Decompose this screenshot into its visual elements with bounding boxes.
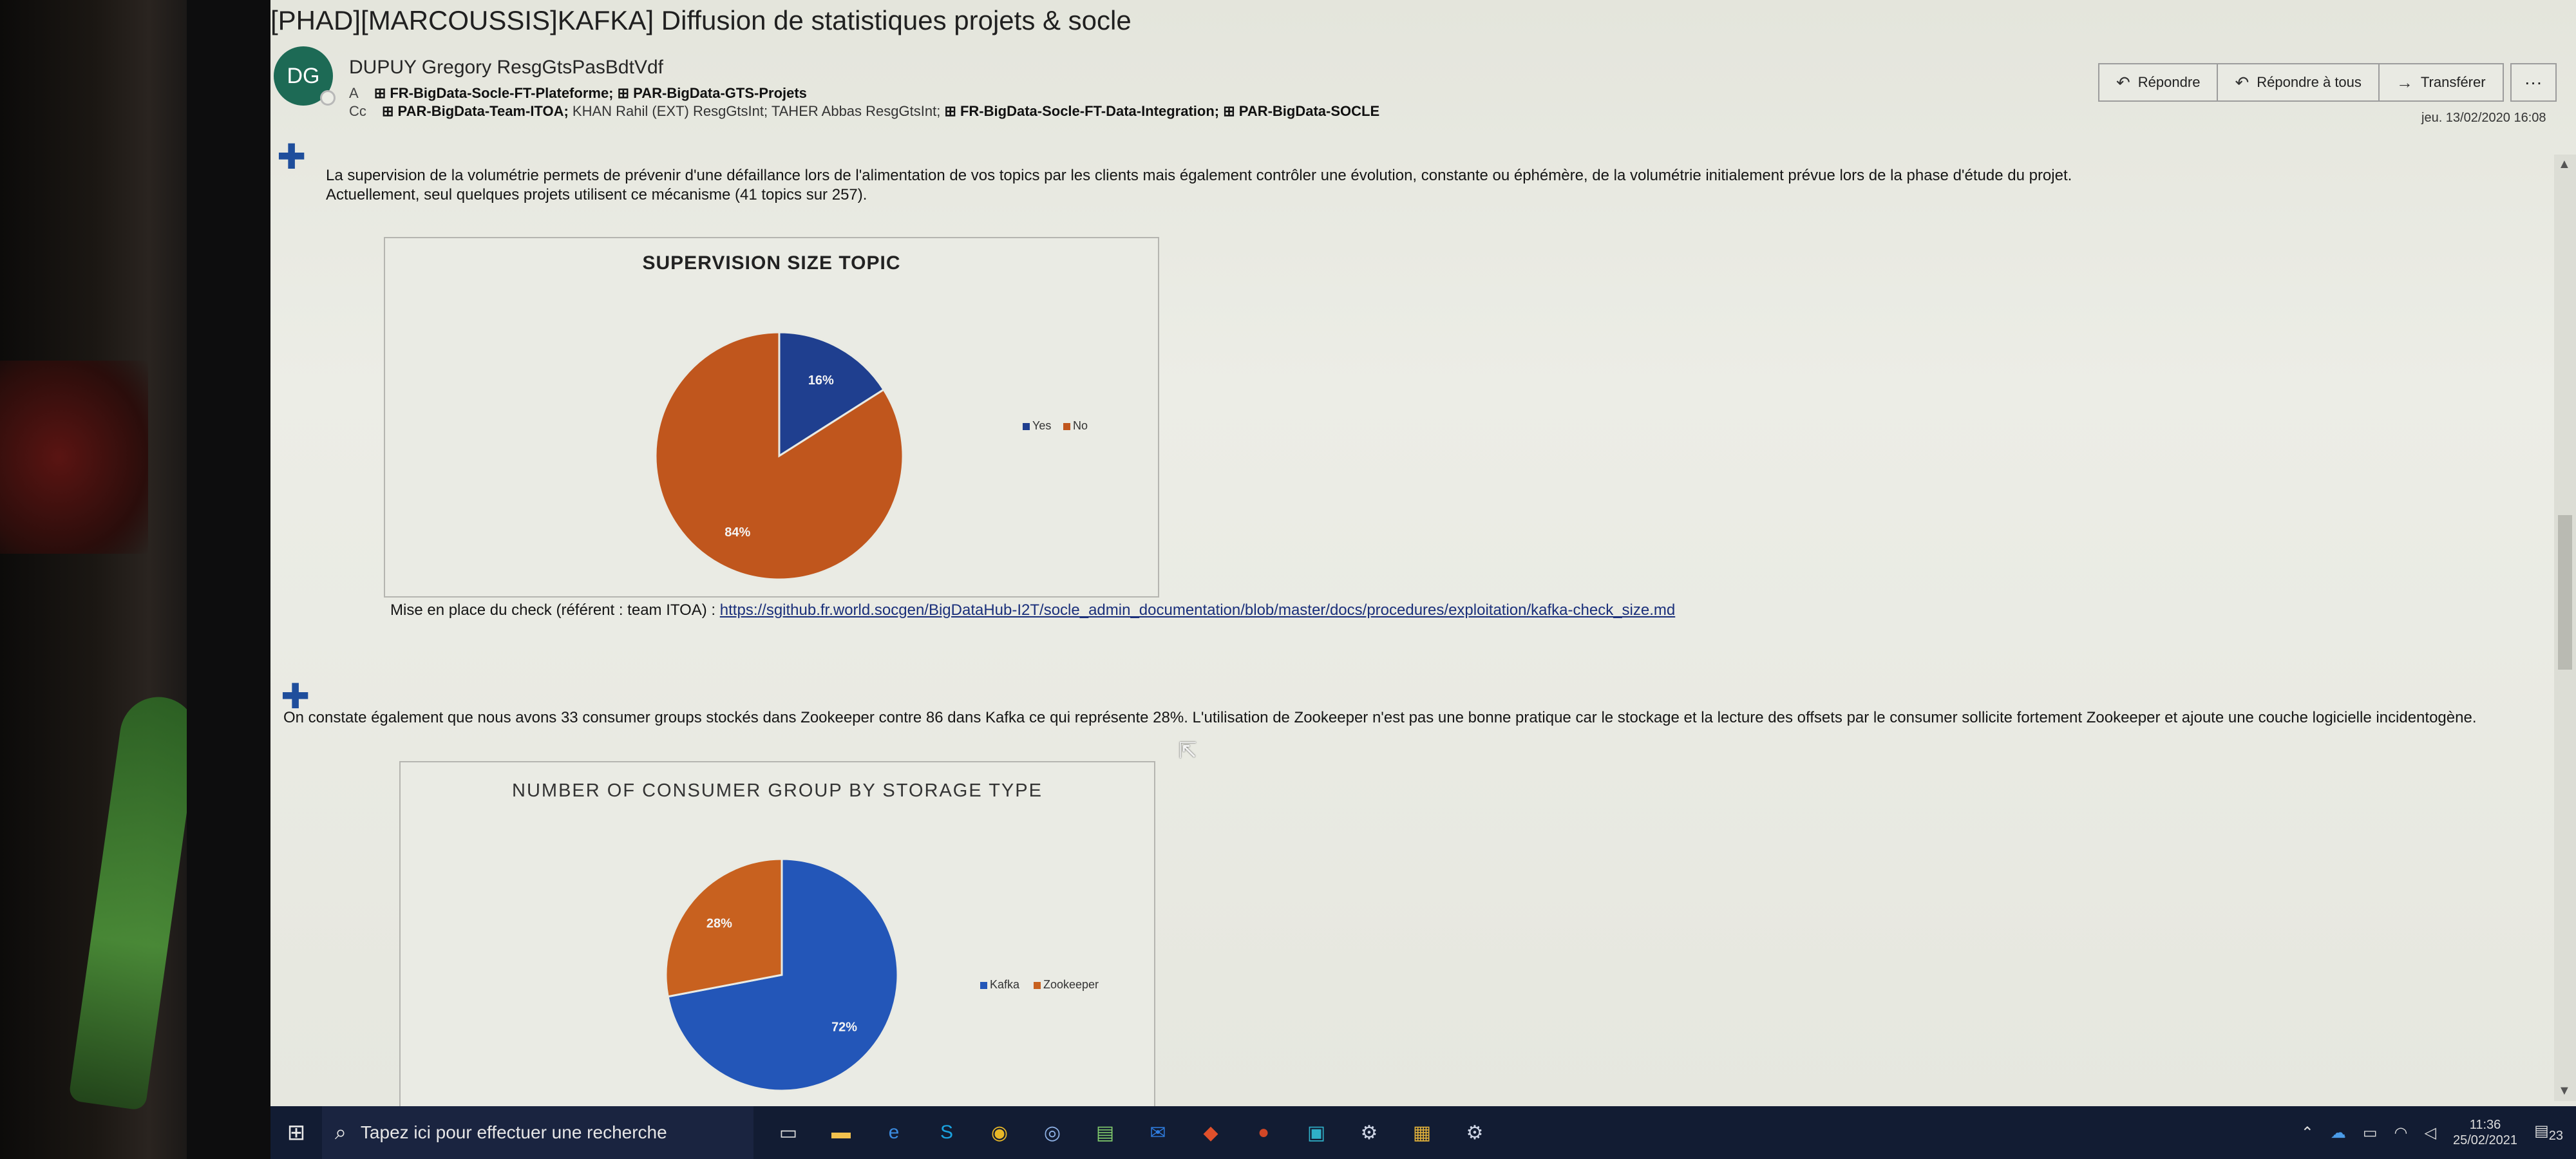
battery-icon[interactable]: ▭ (2363, 1124, 2378, 1142)
scrollbar-thumb[interactable] (2558, 515, 2572, 670)
forward-icon: → (2396, 72, 2413, 92)
avatar[interactable]: DG (274, 46, 336, 106)
check-label: Mise en place du check (référent : team … (390, 601, 720, 619)
reply-all-button[interactable]: ↶ Répondre à tous (2217, 63, 2380, 102)
chart-supervision-size-topic: SUPERVISION SIZE TOPIC 16% 84% Yes No (384, 237, 1159, 598)
outlook-reading-pane: [PHAD][MARCOUSSIS]KAFKA] Diffusion de st… (270, 0, 2576, 1106)
legend-swatch (1023, 423, 1030, 430)
notification-count: 23 (2548, 1128, 2563, 1143)
wifi-icon[interactable]: ◠ (2394, 1124, 2408, 1142)
more-actions-button[interactable]: ··· (2510, 63, 2557, 102)
background-left (0, 0, 213, 1159)
forward-button[interactable]: → Transférer (2378, 63, 2504, 102)
mail-date: jeu. 13/02/2020 16:08 (2421, 111, 2546, 125)
legend-swatch (1034, 982, 1041, 989)
data-label: 28% (706, 917, 732, 931)
recipient[interactable]: ⊞ FR-BigData-Socle-FT-Data-Integration; (944, 103, 1219, 119)
sender-name[interactable]: DUPUY Gregory ResgGtsPasBdtVdf (349, 57, 663, 79)
pie-chart: 16% 84% Yes No (654, 331, 1088, 581)
legend-label: No (1073, 419, 1088, 432)
powerpoint-icon[interactable]: ● (1244, 1113, 1283, 1152)
recipient[interactable]: ⊞ FR-BigData-Socle-FT-Plateforme; (374, 85, 614, 101)
reply-all-label: Répondre à tous (2257, 74, 2362, 90)
pie-chart: 72% 28% Kafka Zookeeper (665, 858, 1099, 1092)
mail-subject: [PHAD][MARCOUSSIS]KAFKA] Diffusion de st… (270, 5, 1132, 35)
network-app-icon[interactable]: ⚙ (1455, 1113, 1494, 1152)
reply-label: Répondre (2137, 74, 2201, 90)
legend-label: Kafka (990, 978, 1020, 991)
data-label: 72% (831, 1020, 857, 1034)
paragraph-consumer-groups: On constate également que nous avons 33 … (283, 709, 2477, 726)
chart-consumer-group-storage: NUMBER OF CONSUMER GROUP BY STORAGE TYPE… (399, 761, 1155, 1106)
notepad-app-icon[interactable]: ▤ (1086, 1113, 1124, 1152)
cloud-icon[interactable]: ☁ (2331, 1124, 2346, 1142)
paragraph-line: La supervision de la volumétrie permets … (326, 167, 2072, 184)
recipient[interactable]: TAHER Abbas ResgGtsInt; (772, 103, 940, 119)
recipient[interactable]: KHAN Rahil (EXT) ResgGtsInt; (573, 103, 768, 119)
windows-start-icon[interactable]: ⊞ (270, 1120, 322, 1145)
taskbar-apps: ▭ ▬ e S ◉ ◎ ▤ ✉ ◆ ● ▣ ⚙ ▦ ⚙ (769, 1113, 1494, 1152)
file-explorer-icon[interactable]: ▬ (822, 1113, 860, 1152)
scroll-down-icon[interactable]: ▼ (2558, 1084, 2571, 1098)
outlook-icon[interactable]: ✉ (1139, 1113, 1177, 1152)
to-line: A ⊞ FR-BigData-Socle-FT-Plateforme; ⊞ PA… (349, 85, 807, 102)
reply-button[interactable]: ↶ Répondre (2098, 63, 2219, 102)
task-view-icon[interactable]: ▭ (769, 1113, 808, 1152)
reply-all-icon: ↶ (2235, 72, 2249, 92)
background-object (0, 361, 148, 554)
volume-icon[interactable]: ◁ (2424, 1124, 2436, 1142)
paragraph-supervision: La supervision de la volumétrie permets … (326, 166, 2419, 205)
mouse-cursor-icon: ⇱ (1179, 739, 1197, 763)
check-line: Mise en place du check (référent : team … (390, 601, 1675, 619)
data-label: 16% (808, 373, 834, 388)
taskbar-search[interactable]: ⌕ Tapez ici pour effectuer une recherche (322, 1106, 753, 1159)
puzzle-icon: ✚ (277, 138, 307, 176)
search-placeholder: Tapez ici pour effectuer une recherche (360, 1122, 667, 1142)
scroll-up-icon[interactable]: ▲ (2558, 157, 2571, 172)
to-label: A (349, 85, 359, 101)
network-app-icon[interactable]: ⚙ (1350, 1113, 1388, 1152)
taskbar-clock[interactable]: 11:36 25/02/2021 (2453, 1117, 2517, 1148)
data-label: 84% (724, 525, 750, 540)
system-tray: ⌃ ☁ ▭ ◠ ◁ 11:36 25/02/2021 ▤23 (2301, 1106, 2563, 1159)
internet-explorer-icon[interactable]: e (875, 1113, 913, 1152)
clock-date: 25/02/2021 (2452, 1133, 2518, 1147)
legend-swatch (980, 982, 987, 989)
avatar-initials: DG (287, 63, 320, 88)
mail-actions: ↶ Répondre ↶ Répondre à tous → Transférer ·… (2098, 63, 2557, 102)
reply-icon: ↶ (2116, 72, 2130, 92)
app-icon[interactable]: ▣ (1297, 1113, 1336, 1152)
check-link[interactable]: https://sgithub.fr.world.socgen/BigDataH… (720, 601, 1675, 619)
chevron-up-icon[interactable]: ⌃ (2301, 1124, 2314, 1142)
monitor-bezel (187, 0, 270, 1159)
vertical-scrollbar[interactable]: ▲ ▼ (2554, 155, 2576, 1101)
windows-taskbar: ⊞ ⌕ Tapez ici pour effectuer une recherc… (270, 1106, 2576, 1159)
recipient[interactable]: ⊞ PAR-BigData-SOCLE (1223, 103, 1379, 119)
git-icon[interactable]: ◆ (1191, 1113, 1230, 1152)
legend-label: Yes (1032, 419, 1051, 432)
app-icon[interactable]: ▦ (1403, 1113, 1441, 1152)
forward-label: Transférer (2420, 74, 2486, 90)
chrome-icon[interactable]: ◉ (980, 1113, 1019, 1152)
security-app-icon[interactable]: ◎ (1033, 1113, 1072, 1152)
cc-line: Cc ⊞ PAR-BigData-Team-ITOA; KHAN Rahil (… (349, 103, 1379, 120)
recipient[interactable]: ⊞ PAR-BigData-Team-ITOA; (382, 103, 569, 119)
notification-icon[interactable]: ▤23 (2534, 1122, 2563, 1144)
legend-swatch (1063, 423, 1070, 430)
recipient[interactable]: ⊞ PAR-BigData-GTS-Projets (618, 85, 807, 101)
skype-icon[interactable]: S (927, 1113, 966, 1152)
clock-time: 11:36 (2469, 1118, 2501, 1132)
background-plant (68, 692, 202, 1111)
paragraph-line: Actuellement, seul quelques projets util… (326, 186, 867, 203)
legend-label: Zookeeper (1043, 978, 1099, 991)
search-icon: ⌕ (335, 1120, 346, 1144)
cc-label: Cc (349, 103, 366, 119)
